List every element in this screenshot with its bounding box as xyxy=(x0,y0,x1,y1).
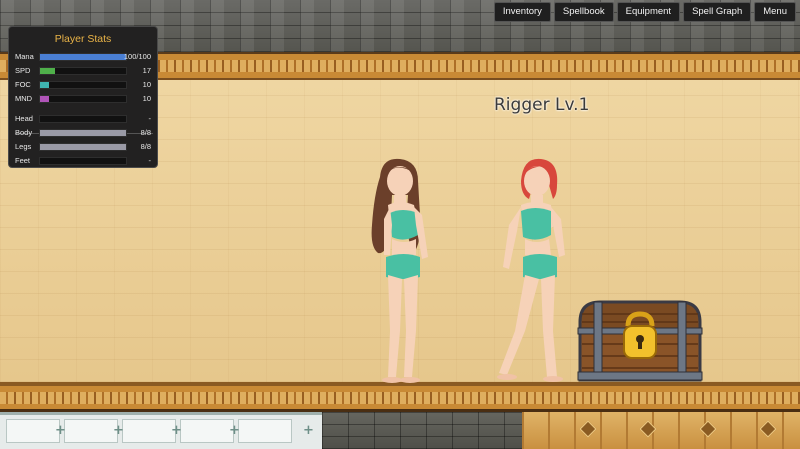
spell-graph-button[interactable]: Spell Graph xyxy=(683,2,752,22)
stat-label: Head xyxy=(15,114,33,123)
menu-button[interactable]: Menu xyxy=(754,2,796,22)
stat-bar-fill xyxy=(40,82,49,88)
stat-label: SPD xyxy=(15,66,31,75)
player-character xyxy=(371,158,428,383)
stat-row-mnd: MND 10 xyxy=(15,93,155,105)
stat-row-feet: Feet - xyxy=(15,155,155,167)
stat-label: Mana xyxy=(15,52,34,61)
stat-bar-fill xyxy=(40,130,126,136)
stat-label: FOC xyxy=(15,80,31,89)
stat-bar xyxy=(39,143,127,151)
stat-bar xyxy=(39,129,127,137)
stat-label: MND xyxy=(15,94,33,103)
player-stats-panel: Player Stats Mana 100/100 SPD 17 FOC 10 MND 10 H… xyxy=(8,26,158,168)
treasure-chest[interactable] xyxy=(576,300,704,384)
plus-ornament-icon: + xyxy=(113,423,124,438)
tile-strip-gold xyxy=(522,412,800,449)
stat-row-spd: SPD 17 xyxy=(15,65,155,77)
stat-bar xyxy=(39,81,127,89)
stat-value: 100/100 xyxy=(123,52,151,61)
plus-ornament-icon: + xyxy=(303,423,314,438)
stat-bar-fill xyxy=(40,54,126,60)
stat-value: 17 xyxy=(142,66,151,75)
enemy-name-label: Rigger Lv.1 xyxy=(494,95,590,115)
stat-value: 10 xyxy=(142,80,151,89)
stat-bar xyxy=(39,157,127,165)
stat-value: - xyxy=(148,156,152,165)
ornamental-frieze-bottom xyxy=(0,386,800,412)
stat-value: 10 xyxy=(142,94,151,103)
stat-bar xyxy=(39,115,127,123)
stat-value: - xyxy=(148,114,152,123)
stat-bar xyxy=(39,95,127,103)
stat-bar-fill xyxy=(40,68,55,74)
stat-value: 8/8 xyxy=(140,128,151,137)
tile-strip-stone xyxy=(322,412,522,449)
tile-strip-white: + + + + + xyxy=(0,412,322,449)
stat-row-head: Head - xyxy=(15,113,155,125)
top-menu: Inventory Spellbook Equipment Spell Grap… xyxy=(493,2,796,22)
stat-label: Feet xyxy=(15,156,31,165)
stat-label: Body xyxy=(15,128,33,137)
equipment-button[interactable]: Equipment xyxy=(616,2,681,22)
stat-row-foc: FOC 10 xyxy=(15,79,155,91)
stat-bar xyxy=(39,67,127,75)
plus-ornament-icon: + xyxy=(229,423,240,438)
stat-bar xyxy=(39,53,127,61)
spellbook-button[interactable]: Spellbook xyxy=(553,2,614,22)
enemy-character xyxy=(497,158,565,382)
plus-ornament-icon: + xyxy=(55,423,66,438)
plus-ornament-icon: + xyxy=(171,423,182,438)
stat-bar-fill xyxy=(40,96,49,102)
stat-label: Legs xyxy=(15,142,32,151)
inventory-button[interactable]: Inventory xyxy=(493,2,551,22)
stat-bar-fill xyxy=(40,144,126,150)
stat-row-mana: Mana 100/100 xyxy=(15,51,155,63)
stat-value: 8/8 xyxy=(140,142,151,151)
stats-title: Player Stats xyxy=(54,33,112,45)
stat-row-body: Body 8/8 xyxy=(15,127,155,139)
stat-row-legs: Legs 8/8 xyxy=(15,141,155,153)
